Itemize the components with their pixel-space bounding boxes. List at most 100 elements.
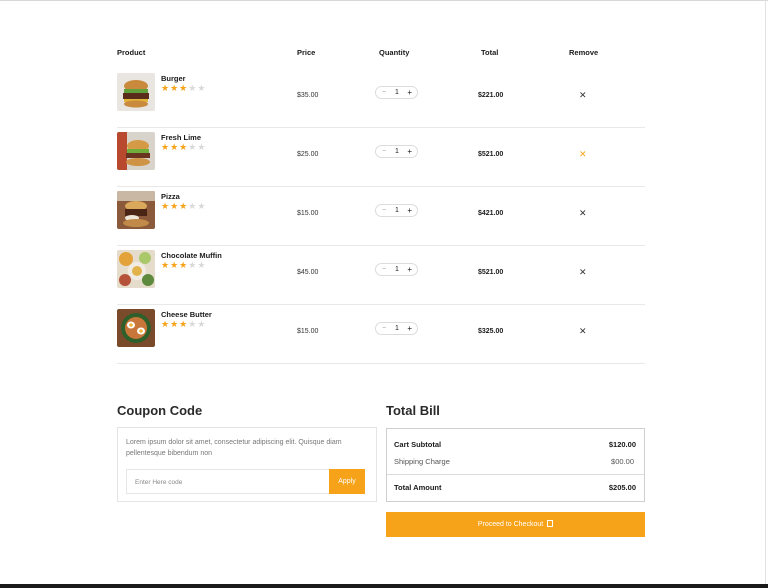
quantity-value[interactable]: 1 xyxy=(395,207,399,214)
star-icon: ★ xyxy=(197,142,207,152)
cart-subtotal-label: Cart Subtotal xyxy=(394,440,442,449)
star-icon: ★ xyxy=(170,260,180,270)
shipping-charge-label: Shipping Charge xyxy=(394,457,450,466)
checkout-icon xyxy=(547,520,554,527)
increase-quantity-button[interactable]: + xyxy=(407,206,412,215)
remove-icon[interactable]: ✕ xyxy=(579,267,587,278)
footer-bar xyxy=(0,584,768,588)
product-image[interactable] xyxy=(117,132,155,170)
product-name[interactable]: Burger xyxy=(161,74,186,83)
total-bill-panel: Cart Subtotal $120.00 Shipping Charge $0… xyxy=(386,428,645,502)
header-price: Price xyxy=(297,48,316,57)
star-icon: ★ xyxy=(161,201,171,211)
star-icon: ★ xyxy=(197,319,207,329)
coupon-panel: Lorem ipsum dolor sit amet, consectetur … xyxy=(117,427,377,502)
star-icon: ★ xyxy=(170,319,180,329)
increase-quantity-button[interactable]: + xyxy=(407,147,412,156)
star-icon: ★ xyxy=(188,201,198,211)
product-name[interactable]: Cheese Butter xyxy=(161,310,212,319)
top-border xyxy=(0,0,768,1)
quantity-stepper: − 1 + xyxy=(375,204,418,217)
rating-stars: ★★★★★ xyxy=(161,142,206,153)
row-divider xyxy=(117,363,645,364)
cart-row: Burger ★★★★★ $35.00 − 1 + $221.00 ✕ xyxy=(117,69,645,128)
quantity-value[interactable]: 1 xyxy=(395,266,399,273)
quantity-value[interactable]: 1 xyxy=(395,148,399,155)
product-price: $15.00 xyxy=(297,328,319,335)
remove-icon[interactable]: ✕ xyxy=(579,90,587,101)
product-price: $15.00 xyxy=(297,210,319,217)
quantity-stepper: − 1 + xyxy=(375,263,418,276)
decrease-quantity-button[interactable]: − xyxy=(382,89,386,96)
star-icon: ★ xyxy=(188,83,198,93)
rating-stars: ★★★★★ xyxy=(161,201,206,212)
header-quantity: Quantity xyxy=(379,48,410,57)
product-image[interactable] xyxy=(117,191,155,229)
rating-stars: ★★★★★ xyxy=(161,260,206,271)
increase-quantity-button[interactable]: + xyxy=(407,265,412,274)
decrease-quantity-button[interactable]: − xyxy=(382,325,386,332)
decrease-quantity-button[interactable]: − xyxy=(382,148,386,155)
star-icon: ★ xyxy=(179,201,189,211)
star-icon: ★ xyxy=(179,83,189,93)
remove-icon[interactable]: ✕ xyxy=(579,149,587,160)
star-icon: ★ xyxy=(197,260,207,270)
star-icon: ★ xyxy=(179,260,189,270)
star-icon: ★ xyxy=(179,142,189,152)
total-bill-title: Total Bill xyxy=(386,403,440,418)
star-icon: ★ xyxy=(161,83,171,93)
remove-icon[interactable]: ✕ xyxy=(579,208,587,219)
row-total: $325.00 xyxy=(478,328,504,335)
star-icon: ★ xyxy=(161,319,171,329)
cart-row: Fresh Lime ★★★★★ $25.00 − 1 + $521.00 ✕ xyxy=(117,128,645,187)
increase-quantity-button[interactable]: + xyxy=(407,88,412,97)
star-icon: ★ xyxy=(179,319,189,329)
product-name[interactable]: Fresh Lime xyxy=(161,133,201,142)
product-price: $35.00 xyxy=(297,92,319,99)
proceed-to-checkout-button[interactable]: Proceed to Checkout xyxy=(386,512,645,537)
shipping-charge-value: $00.00 xyxy=(611,457,634,466)
total-amount-label: Total Amount xyxy=(394,483,442,492)
star-icon: ★ xyxy=(197,201,207,211)
header-remove: Remove xyxy=(569,48,599,57)
star-icon: ★ xyxy=(188,142,198,152)
row-total: $521.00 xyxy=(478,151,504,158)
apply-coupon-button[interactable]: Apply xyxy=(329,469,365,494)
row-total: $221.00 xyxy=(478,92,504,99)
header-product: Product xyxy=(117,48,146,57)
product-name[interactable]: Chocolate Muffin xyxy=(161,251,222,260)
total-amount-value: $205.00 xyxy=(608,483,636,492)
coupon-title: Coupon Code xyxy=(117,403,203,418)
rating-stars: ★★★★★ xyxy=(161,319,206,330)
star-icon: ★ xyxy=(170,83,180,93)
product-image[interactable] xyxy=(117,309,155,347)
quantity-value[interactable]: 1 xyxy=(395,325,399,332)
decrease-quantity-button[interactable]: − xyxy=(382,207,386,214)
star-icon: ★ xyxy=(161,260,171,270)
star-icon: ★ xyxy=(170,142,180,152)
product-image[interactable] xyxy=(117,73,155,111)
cart-table-header: Product Price Quantity Total Remove xyxy=(117,48,645,60)
product-price: $45.00 xyxy=(297,269,319,276)
remove-icon[interactable]: ✕ xyxy=(579,326,587,337)
header-total: Total xyxy=(481,48,499,57)
scrollbar-track[interactable] xyxy=(765,0,766,588)
star-icon: ★ xyxy=(188,319,198,329)
quantity-value[interactable]: 1 xyxy=(395,89,399,96)
cart-row: Chocolate Muffin ★★★★★ $45.00 − 1 + $521… xyxy=(117,246,645,305)
bill-divider xyxy=(387,474,644,475)
star-icon: ★ xyxy=(161,142,171,152)
product-price: $25.00 xyxy=(297,151,319,158)
cart-row: Pizza ★★★★★ $15.00 − 1 + $421.00 ✕ xyxy=(117,187,645,246)
product-image[interactable] xyxy=(117,250,155,288)
product-name[interactable]: Pizza xyxy=(161,192,180,201)
star-icon: ★ xyxy=(197,83,207,93)
cart-row: Cheese Butter ★★★★★ $15.00 − 1 + $325.00… xyxy=(117,305,645,364)
quantity-stepper: − 1 + xyxy=(375,322,418,335)
decrease-quantity-button[interactable]: − xyxy=(382,266,386,273)
star-icon: ★ xyxy=(188,260,198,270)
row-total: $421.00 xyxy=(478,210,504,217)
coupon-code-input[interactable]: Enter Here code xyxy=(126,469,330,494)
star-icon: ★ xyxy=(170,201,180,211)
increase-quantity-button[interactable]: + xyxy=(407,324,412,333)
